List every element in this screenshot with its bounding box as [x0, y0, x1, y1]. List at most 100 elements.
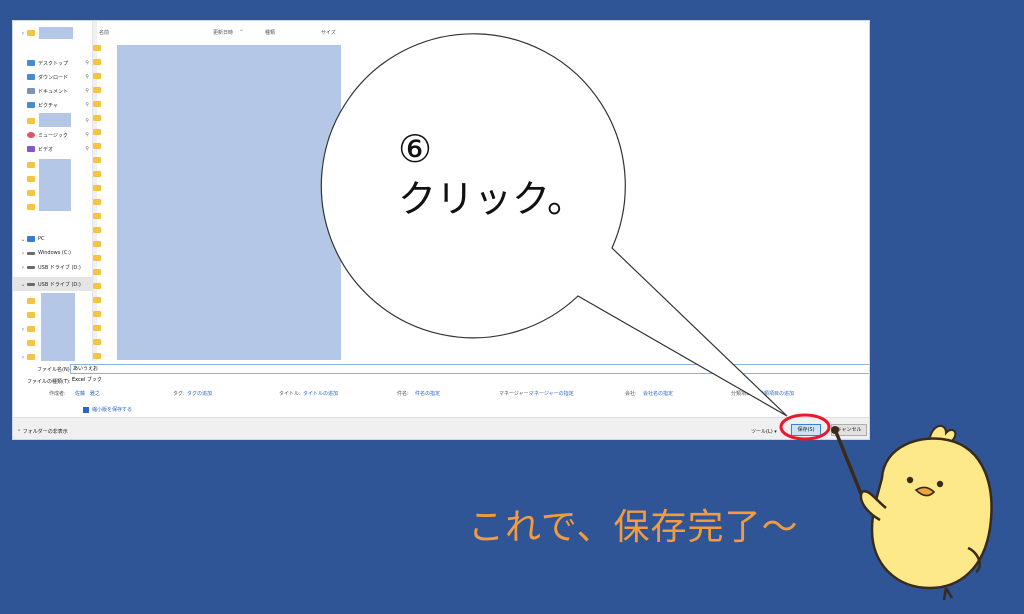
nav-item-label: Windows (C:)	[38, 250, 71, 256]
folder-icon[interactable]	[93, 129, 101, 135]
nav-item-usb-drive[interactable]: › USB ドライブ (D:)	[19, 261, 81, 273]
chevron-right-icon[interactable]: ›	[19, 264, 27, 271]
file-type-select[interactable]: Excel ブック	[70, 376, 869, 386]
nav-item-folder[interactable]	[27, 295, 38, 307]
cancel-button[interactable]: キャンセル	[831, 424, 867, 436]
nav-item-folder[interactable]	[27, 173, 38, 185]
folder-icon[interactable]	[93, 213, 101, 219]
nav-item-documents[interactable]: ドキュメント ⚲	[27, 85, 89, 97]
folder-icon[interactable]	[93, 297, 101, 303]
folder-icon[interactable]	[93, 143, 101, 149]
chick-wing-raised	[859, 489, 887, 522]
nav-item-folder-top[interactable]: ›	[19, 27, 38, 39]
dialog-footer: ⌃ フォルダーの非表示 ツール(L) ▾ 保存(S) キャンセル	[13, 417, 869, 439]
folder-icon[interactable]	[93, 171, 101, 177]
subject-value[interactable]: 件名の指定	[415, 390, 440, 397]
chevron-right-icon[interactable]: ›	[19, 354, 27, 361]
nav-item-pictures[interactable]: ピクチャ ⚲	[27, 99, 89, 111]
hide-folders-label: フォルダーの非表示	[22, 429, 68, 435]
navigation-pane: › デスクトップ ⚲ ダウンロード ⚲ ドキュメント ⚲ ピクチャ ⚲ ⚲ ミュ…	[13, 21, 93, 361]
folder-icon[interactable]	[93, 241, 101, 247]
step-number: ⑥	[398, 127, 433, 171]
title-value[interactable]: タイトルの追加	[303, 390, 338, 397]
nav-item-desktop[interactable]: デスクトップ ⚲	[27, 57, 89, 69]
folder-icon[interactable]	[93, 199, 101, 205]
folder-icon[interactable]	[93, 115, 101, 121]
chick-mascot	[831, 425, 993, 601]
folder-icon	[27, 326, 35, 332]
folder-icon[interactable]	[93, 185, 101, 191]
nav-item-label: ミュージック	[38, 132, 68, 139]
nav-item-pc[interactable]: ⌄ PC	[19, 233, 44, 245]
category-label: 分類項目:	[731, 391, 753, 397]
folder-icon[interactable]	[93, 325, 101, 331]
company-value[interactable]: 会社名の指定	[643, 390, 673, 397]
chevron-right-icon[interactable]: ›	[19, 30, 27, 37]
save-button[interactable]: 保存(S)	[791, 424, 821, 436]
tags-value[interactable]: タグの追加	[187, 390, 212, 397]
column-header-type[interactable]: 種類	[265, 29, 275, 36]
save-thumbnail-checkbox[interactable]: 縮小版を保存する	[83, 406, 132, 413]
company-label: 会社:	[625, 391, 637, 397]
pin-icon: ⚲	[85, 132, 89, 138]
nav-item-folder[interactable]	[27, 159, 38, 171]
nav-item-folder[interactable]: ›	[19, 323, 38, 335]
folder-icon[interactable]	[93, 157, 101, 163]
chevron-down-icon[interactable]: ⌄	[19, 236, 27, 243]
nav-item-label: ドキュメント	[38, 88, 69, 95]
nav-item-downloads[interactable]: ダウンロード ⚲	[27, 71, 89, 83]
author-value[interactable]: 佐藤 雅之	[75, 390, 100, 397]
folder-icon[interactable]	[93, 283, 101, 289]
tools-menu[interactable]: ツール(L) ▾	[751, 428, 777, 435]
checkbox-checked-icon[interactable]	[83, 406, 89, 413]
hide-folders-toggle[interactable]: ⌃ フォルダーの非表示	[17, 428, 68, 435]
pin-icon: ⚲	[85, 146, 89, 152]
chevron-right-icon[interactable]: ›	[19, 250, 27, 257]
chevron-down-icon[interactable]: ⌄	[19, 281, 27, 288]
nav-item-usb-drive-selected[interactable]: ⌄ USB ドライブ (D:)	[19, 278, 80, 290]
file-name-label: ファイル名(N):	[37, 367, 72, 373]
document-icon	[27, 88, 35, 94]
nav-item-folder[interactable]: ›	[19, 351, 38, 363]
nav-item-folder[interactable]	[27, 337, 38, 349]
nav-item-folder[interactable]	[27, 309, 38, 321]
dropdown-arrow-icon: ▾	[774, 429, 777, 435]
folder-icon[interactable]	[93, 227, 101, 233]
tags-label: タグ:	[173, 391, 185, 397]
folder-icon[interactable]	[93, 87, 101, 93]
file-name-input[interactable]: あいうえお	[70, 364, 869, 374]
folder-icon[interactable]	[93, 45, 101, 51]
nav-item-windows-c[interactable]: › Windows (C:)	[19, 247, 71, 259]
redacted-folder-names	[39, 159, 71, 211]
folder-icon[interactable]	[93, 101, 101, 107]
redacted-file-names	[117, 45, 341, 360]
column-header-modified[interactable]: 更新日時	[213, 29, 233, 36]
drive-icon	[27, 251, 35, 255]
chick-body	[870, 437, 993, 590]
folder-icon[interactable]	[93, 269, 101, 275]
nav-item-videos[interactable]: ビデオ ⚲	[27, 143, 89, 155]
folder-icon[interactable]	[93, 255, 101, 261]
nav-item-music[interactable]: ミュージック ⚲	[27, 129, 89, 141]
folder-icon[interactable]	[93, 73, 101, 79]
chevron-right-icon[interactable]: ›	[19, 326, 27, 333]
nav-item-folder[interactable]	[27, 187, 38, 199]
nav-item-label: ビデオ	[38, 146, 54, 153]
folder-icon	[27, 204, 35, 210]
manager-value[interactable]: マネージャーの指定	[529, 390, 574, 397]
nav-scrollbar[interactable]	[93, 21, 97, 361]
nav-item-folder[interactable]	[27, 201, 38, 213]
column-header-name[interactable]: 名前	[99, 29, 109, 36]
folder-icon[interactable]	[93, 353, 101, 359]
file-type-label: ファイルの種類(T):	[27, 379, 71, 385]
redacted-folder-name	[39, 27, 73, 39]
column-header-size[interactable]: サイズ	[321, 29, 336, 36]
folder-icon[interactable]	[93, 339, 101, 345]
folder-icon	[27, 118, 35, 124]
category-value[interactable]: 分類項目の追加	[759, 390, 794, 397]
folder-icon	[27, 340, 35, 346]
title-label: タイトル:	[279, 391, 301, 397]
folder-icon[interactable]	[93, 311, 101, 317]
save-thumbnail-label: 縮小版を保存する	[92, 407, 133, 413]
folder-icon[interactable]	[93, 59, 101, 65]
